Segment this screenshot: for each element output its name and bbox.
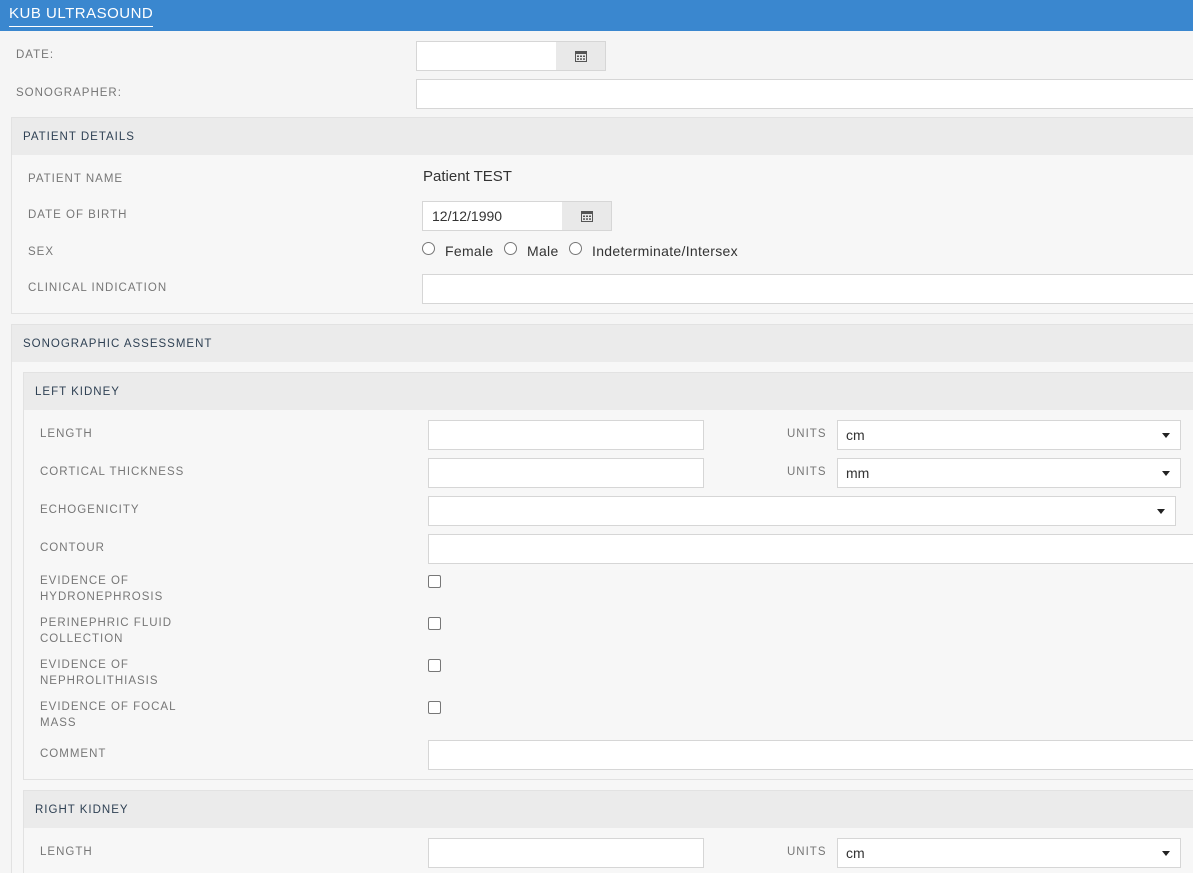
right-kidney-header: RIGHT KIDNEY xyxy=(24,791,1193,828)
patient-name-label: PATIENT NAME xyxy=(28,173,124,185)
sex-label: SEX xyxy=(28,246,55,258)
lk-perinephric-label-1: PERINEPHRIC FLUID xyxy=(40,617,173,629)
lk-cortical-units-label: UNITS xyxy=(787,466,827,478)
lk-contour-input[interactable] xyxy=(428,534,1193,564)
lk-nephrolithiasis-label-2: NEPHROLITHIASIS xyxy=(40,675,159,687)
lk-focal-mass-label-2: MASS xyxy=(40,717,77,729)
rk-length-input[interactable] xyxy=(428,838,704,868)
dob-input[interactable]: 12/12/1990 xyxy=(422,201,563,231)
sex-option-female: Female xyxy=(445,243,494,259)
clinical-indication-input[interactable] xyxy=(422,274,1193,304)
left-kidney-heading: LEFT KIDNEY xyxy=(35,386,120,398)
lk-perinephric-checkbox[interactable] xyxy=(428,617,441,630)
patient-name-value: Patient TEST xyxy=(423,168,512,185)
sonographer-label: SONOGRAPHER: xyxy=(16,87,122,99)
clinical-indication-label: CLINICAL INDICATION xyxy=(28,282,168,294)
dob-calendar-button[interactable] xyxy=(562,201,612,231)
date-label: DATE: xyxy=(16,49,55,61)
header-bar: KUB ULTRASOUND xyxy=(0,0,1193,31)
lk-length-units-label: UNITS xyxy=(787,428,827,440)
rk-length-units-value: cm xyxy=(846,845,865,861)
lk-cortical-units-select[interactable]: mm xyxy=(837,458,1181,488)
patient-details-heading: PATIENT DETAILS xyxy=(23,131,135,143)
lk-comment-input[interactable] xyxy=(428,740,1193,770)
lk-focal-mass-checkbox[interactable] xyxy=(428,701,441,714)
lk-length-input[interactable] xyxy=(428,420,704,450)
sonographer-input[interactable] xyxy=(416,79,1193,109)
sex-radio-male[interactable] xyxy=(504,242,517,255)
sonographic-assessment-header: SONOGRAPHIC ASSESSMENT xyxy=(12,325,1193,362)
chevron-down-icon xyxy=(1157,509,1165,514)
lk-echogenicity-select[interactable] xyxy=(428,496,1176,526)
lk-cortical-input[interactable] xyxy=(428,458,704,488)
chevron-down-icon xyxy=(1162,851,1170,856)
lk-echogenicity-label: ECHOGENICITY xyxy=(40,504,140,516)
sonographic-assessment-heading: SONOGRAPHIC ASSESSMENT xyxy=(23,338,213,350)
lk-hydronephrosis-label-2: HYDRONEPHROSIS xyxy=(40,591,164,603)
rk-length-units-select[interactable]: cm xyxy=(837,838,1181,868)
lk-cortical-units-value: mm xyxy=(846,465,870,481)
lk-length-label: LENGTH xyxy=(40,428,93,440)
calendar-icon xyxy=(574,51,587,62)
chevron-down-icon xyxy=(1162,471,1170,476)
lk-nephrolithiasis-label-1: EVIDENCE OF xyxy=(40,659,129,671)
dob-label: DATE OF BIRTH xyxy=(28,209,128,221)
sex-radio-indeterminate[interactable] xyxy=(569,242,582,255)
sex-option-male: Male xyxy=(527,243,559,259)
calendar-icon xyxy=(580,211,593,222)
date-calendar-button[interactable] xyxy=(556,41,606,71)
lk-hydronephrosis-checkbox[interactable] xyxy=(428,575,441,588)
lk-perinephric-label-2: COLLECTION xyxy=(40,633,124,645)
lk-contour-label: CONTOUR xyxy=(40,542,105,554)
rk-length-label: LENGTH xyxy=(40,846,93,858)
lk-focal-mass-label-1: EVIDENCE OF FOCAL xyxy=(40,701,177,713)
lk-cortical-label: CORTICAL THICKNESS xyxy=(40,466,185,478)
sex-radio-female[interactable] xyxy=(422,242,435,255)
chevron-down-icon xyxy=(1162,433,1170,438)
sex-option-indeterminate: Indeterminate/Intersex xyxy=(592,243,738,259)
lk-hydronephrosis-label-1: EVIDENCE OF xyxy=(40,575,129,587)
lk-length-units-value: cm xyxy=(846,427,865,443)
lk-length-units-select[interactable]: cm xyxy=(837,420,1181,450)
rk-length-units-label: UNITS xyxy=(787,846,827,858)
left-kidney-header: LEFT KIDNEY xyxy=(24,373,1193,410)
page-title: KUB ULTRASOUND xyxy=(9,5,154,27)
lk-nephrolithiasis-checkbox[interactable] xyxy=(428,659,441,672)
date-input[interactable] xyxy=(416,41,557,71)
patient-details-header: PATIENT DETAILS xyxy=(12,118,1193,155)
right-kidney-heading: RIGHT KIDNEY xyxy=(35,804,129,816)
lk-comment-label: COMMENT xyxy=(40,748,107,760)
